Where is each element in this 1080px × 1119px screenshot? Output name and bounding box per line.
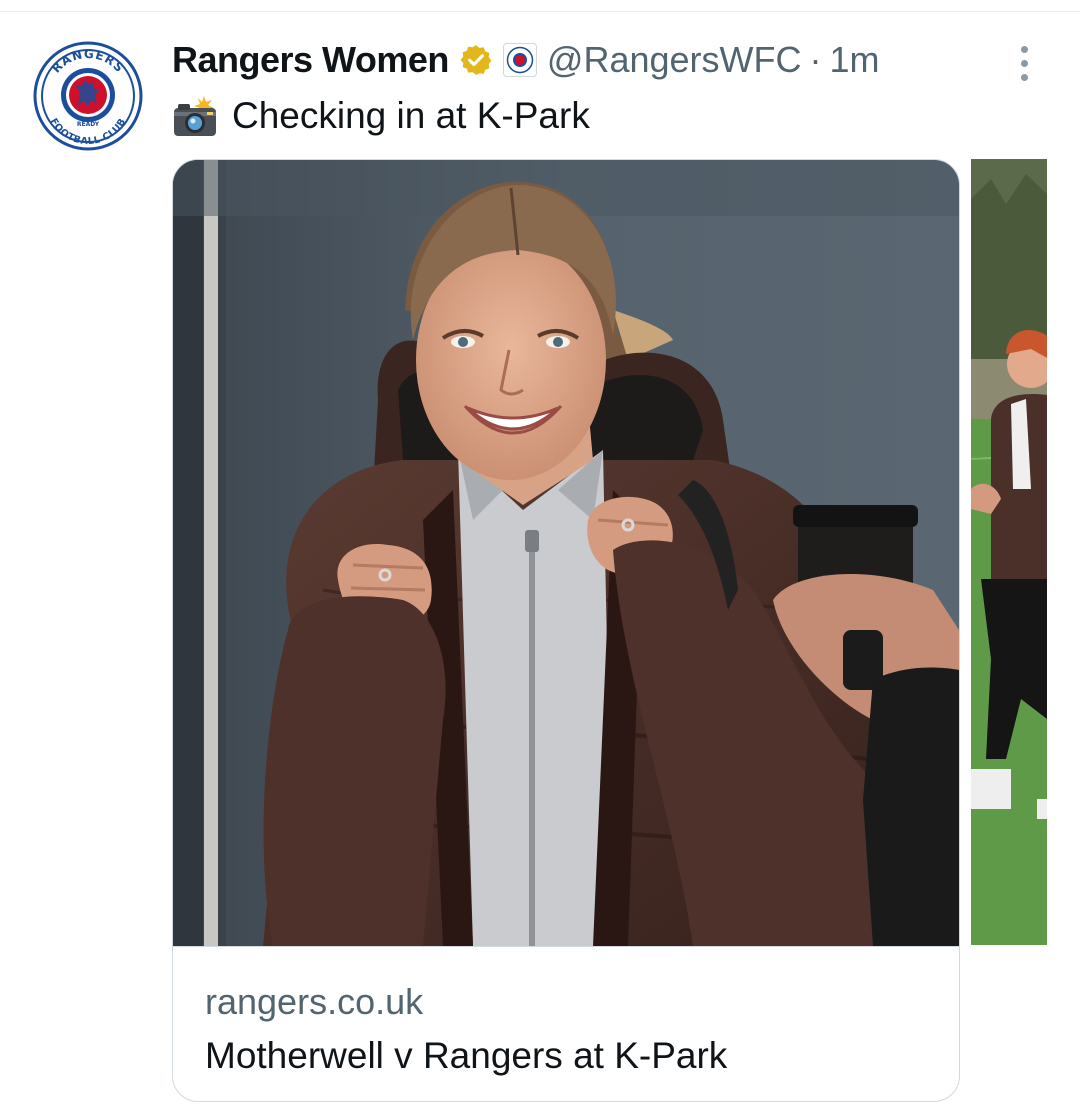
avatar-text-ready: READY: [77, 121, 100, 128]
rangers-crest-icon: RANGERS FOOTBALL CLUB READY: [33, 41, 143, 151]
card-image[interactable]: [173, 160, 959, 946]
user-handle[interactable]: @RangersWFC: [547, 39, 802, 81]
tweet-header: Rangers Women @RangersWFC · 1m: [172, 38, 880, 82]
card-domain: rangers.co.uk: [205, 981, 424, 1022]
link-card[interactable]: rangers.co.uk Motherwell v Rangers at K-…: [172, 159, 960, 1102]
second-player-photo: [971, 159, 1047, 945]
more-dot-icon: [1020, 59, 1028, 67]
more-dot-icon: [1020, 45, 1028, 53]
tweet-text: Checking in at K-Park: [172, 90, 590, 142]
separator-dot: ·: [809, 39, 822, 80]
more-dot-icon: [1020, 73, 1028, 81]
next-carousel-image[interactable]: [971, 159, 1047, 945]
display-name[interactable]: Rangers Women: [172, 39, 449, 81]
verified-badge-icon[interactable]: [459, 43, 493, 77]
more-options-button[interactable]: [1008, 42, 1040, 84]
card-footer[interactable]: rangers.co.uk Motherwell v Rangers at K-…: [173, 946, 959, 1101]
top-divider: [0, 11, 1080, 12]
tweet-body-text: Checking in at K-Park: [232, 95, 590, 136]
camera-with-flash-icon: [172, 94, 220, 138]
affiliate-badge-icon[interactable]: [502, 43, 537, 77]
card-title: Motherwell v Rangers at K-Park: [205, 1035, 728, 1076]
avatar[interactable]: RANGERS FOOTBALL CLUB READY: [32, 40, 144, 152]
timestamp[interactable]: 1m: [830, 39, 880, 81]
player-photo: [173, 160, 959, 946]
